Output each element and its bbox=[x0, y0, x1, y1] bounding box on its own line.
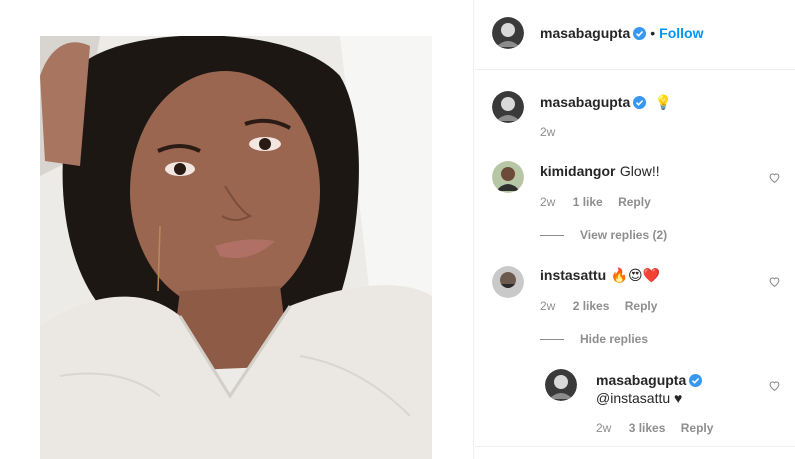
comment-likes[interactable]: 1 like bbox=[573, 195, 603, 209]
hide-replies-toggle[interactable]: Hide replies bbox=[540, 332, 648, 346]
reply-likes[interactable]: 3 likes bbox=[629, 421, 666, 435]
caption: masabagupta 💡 bbox=[540, 94, 672, 112]
reply-button[interactable]: Reply bbox=[618, 195, 651, 209]
avatar-image bbox=[492, 91, 524, 123]
comment-2: instasattu 🔥😍❤️ bbox=[540, 267, 660, 285]
divider-line bbox=[540, 339, 564, 341]
comment-age[interactable]: 2w bbox=[540, 195, 555, 209]
reply-text: @instasattu ♥ bbox=[596, 390, 683, 406]
reply-button[interactable]: Reply bbox=[681, 421, 714, 435]
comment-username[interactable]: instasattu bbox=[540, 267, 606, 283]
header-info: masabagupta • Follow bbox=[540, 25, 703, 43]
comment-1-meta: 2w 1 like Reply bbox=[540, 195, 651, 209]
commenter-avatar[interactable] bbox=[492, 266, 524, 298]
comment-text: Glow!! bbox=[619, 163, 660, 179]
avatar-image bbox=[492, 17, 524, 49]
caption-avatar[interactable] bbox=[492, 91, 524, 123]
post-media-pane bbox=[0, 0, 474, 459]
separator-dot: • bbox=[650, 25, 656, 41]
author-username[interactable]: masabagupta bbox=[540, 25, 630, 41]
comment-1: kimidangor Glow!! bbox=[540, 163, 660, 181]
comment-age[interactable]: 2w bbox=[540, 299, 555, 313]
reply-1: masabagupta bbox=[596, 372, 703, 390]
reply-avatar[interactable] bbox=[545, 369, 577, 401]
comment-username[interactable]: kimidangor bbox=[540, 163, 615, 179]
post-header: masabagupta • Follow bbox=[475, 0, 795, 70]
comment-2-meta: 2w 2 likes Reply bbox=[540, 299, 657, 313]
heart-icon[interactable] bbox=[768, 171, 781, 184]
follow-button[interactable]: Follow bbox=[659, 25, 703, 41]
reply-meta: 2w 3 likes Reply bbox=[596, 421, 713, 435]
verified-badge-icon bbox=[689, 374, 703, 387]
verified-badge-icon bbox=[633, 27, 647, 40]
divider-line bbox=[540, 235, 564, 237]
view-replies-label: View replies (2) bbox=[580, 228, 668, 242]
verified-badge-icon bbox=[633, 96, 647, 109]
comments-pane: masabagupta • Follow masabagupta 💡 2w kimi… bbox=[475, 0, 795, 459]
caption-text: 💡 bbox=[654, 94, 673, 110]
comment-likes[interactable]: 2 likes bbox=[573, 299, 610, 313]
avatar-image bbox=[492, 161, 524, 193]
post-photo[interactable] bbox=[40, 36, 432, 459]
caption-username[interactable]: masabagupta bbox=[540, 94, 630, 110]
caption-age[interactable]: 2w bbox=[540, 125, 555, 139]
avatar-image bbox=[545, 369, 577, 401]
reply-username[interactable]: masabagupta bbox=[596, 372, 686, 388]
hide-replies-label: Hide replies bbox=[580, 332, 649, 346]
commenter-avatar[interactable] bbox=[492, 161, 524, 193]
selfie-image bbox=[40, 36, 432, 459]
comment-text: 🔥😍❤️ bbox=[610, 267, 661, 283]
author-avatar[interactable] bbox=[492, 17, 524, 49]
view-replies-toggle[interactable]: View replies (2) bbox=[540, 228, 667, 242]
reply-age[interactable]: 2w bbox=[596, 421, 611, 435]
heart-icon[interactable] bbox=[768, 379, 781, 392]
avatar-image bbox=[492, 266, 524, 298]
reply-button[interactable]: Reply bbox=[625, 299, 658, 313]
pane-divider bbox=[475, 446, 795, 447]
heart-icon[interactable] bbox=[768, 275, 781, 288]
